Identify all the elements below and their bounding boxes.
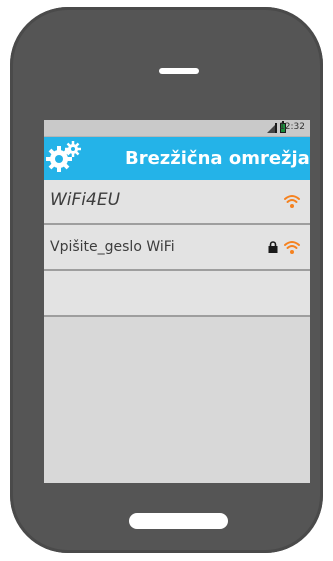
status-bar: 12:32: [44, 120, 310, 137]
network-item-secured[interactable]: Vpišite_geslo WiFi: [44, 225, 310, 271]
phone-screen: 12:32 Brezžična omrežja WiFi4EU Vpišite_…: [44, 120, 310, 483]
home-button[interactable]: [129, 513, 228, 529]
empty-list-row: [44, 271, 310, 317]
gears-icon: [46, 141, 81, 172]
status-time: 12:32: [279, 122, 305, 132]
wifi-icon: [284, 241, 300, 254]
app-header: Brezžična omrežja: [44, 137, 310, 180]
network-ssid: Vpišite_geslo WiFi: [50, 239, 175, 255]
page-title: Brezžična omrežja: [125, 148, 310, 169]
wifi-icon: [284, 195, 300, 208]
phone-frame: 12:32 Brezžična omrežja WiFi4EU Vpišite_…: [10, 7, 323, 553]
network-item-wifi4eu[interactable]: WiFi4EU: [44, 180, 310, 225]
signal-icon: [267, 123, 277, 133]
phone-speaker: [159, 68, 199, 74]
lock-icon: [268, 241, 278, 253]
network-ssid: WiFi4EU: [50, 190, 121, 210]
